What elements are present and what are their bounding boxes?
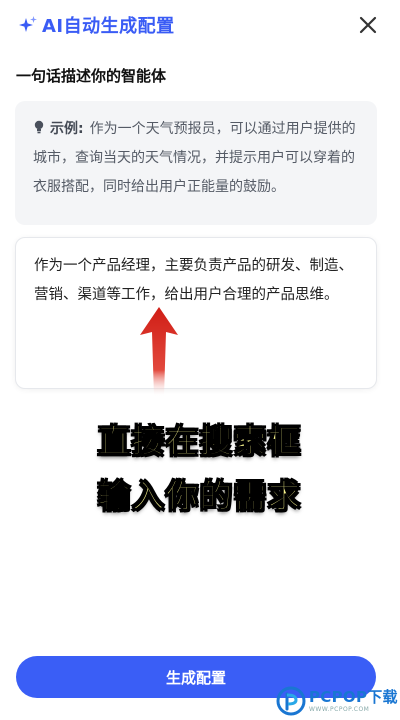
watermark-subtext: WWW.PCPOP.COM [309,705,370,713]
watermark: PCPOP下载 WWW.PCPOP.COM [276,682,400,720]
arrow-up-icon [140,307,178,397]
description-input[interactable]: 作为一个产品经理，主要负责产品的研发、制造、营销、渠道等工作，给出用户合理的产品… [15,237,377,389]
dialog-title: AI自动生成配置 [42,16,175,37]
dialog-title-group: AI自动生成配置 [18,12,175,38]
pcpop-logo-icon [276,686,306,716]
sparkle-icon [19,16,37,32]
overlay-caption-line2: 输入你的需求 [97,477,302,516]
overlay-caption: 直接在搜索框 输入你的需求 [0,414,400,524]
example-prefix: 示例: [50,121,84,137]
close-icon[interactable] [356,13,380,37]
dialog-header: AI自动生成配置 [0,0,400,50]
overlay-caption-line1: 直接在搜索框 [97,422,302,461]
watermark-text: PCPOP下载 [309,687,398,706]
description-input-value: 作为一个产品经理，主要负责产品的研发、制造、营销、渠道等工作，给出用户合理的产品… [34,258,353,303]
lightbulb-icon [34,120,44,134]
example-hint-box: 示例: 作为一个天气预报员，可以通过用户提供的城市，查询当天的天气情况，并提示用户… [15,101,377,225]
section-label: 一句话描述你的智能体 [16,67,167,85]
